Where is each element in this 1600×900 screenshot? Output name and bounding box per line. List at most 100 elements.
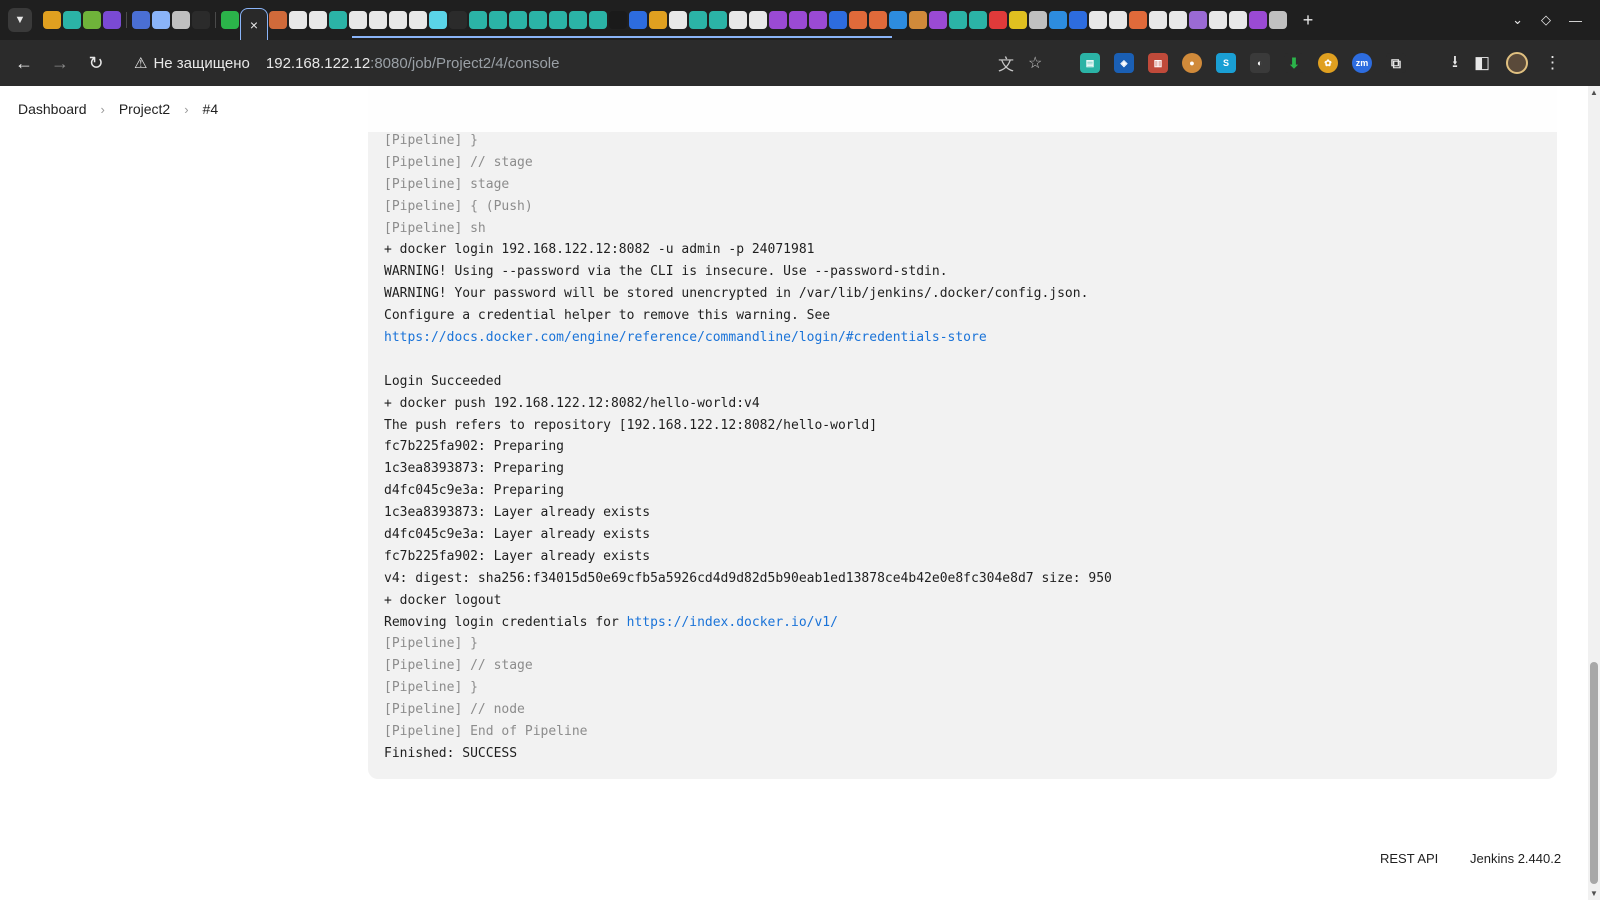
tab-favicon-icon[interactable] [1249,11,1267,29]
printer-extension-icon[interactable]: ▥ [1148,53,1168,73]
tab-favicon-icon[interactable] [789,11,807,29]
console-link[interactable]: https://index.docker.io/v1/ [627,615,838,630]
tab-favicon-icon[interactable] [709,11,727,29]
tab-favicon-icon[interactable] [809,11,827,29]
tab-favicon-icon[interactable] [309,11,327,29]
tab-favicon-icon[interactable] [629,11,647,29]
address-bar[interactable]: ⚠ Не защищено 192.168.122.12:8080/job/Pr… [134,45,559,81]
tab-favicon-icon[interactable] [949,11,967,29]
save-extension-icon[interactable]: ▤ [1080,53,1100,73]
tab-favicon-icon[interactable] [1009,11,1027,29]
tab-favicon-icon[interactable] [1189,11,1207,29]
breadcrumb-project2[interactable]: Project2 [119,101,170,117]
tab-favicon-icon[interactable] [589,11,607,29]
page-scrollbar[interactable]: ▲ ▼ [1588,86,1600,900]
bookmark-star-icon[interactable]: ☆ [1028,53,1042,73]
tab-favicon-icon[interactable] [889,11,907,29]
s-extension-icon[interactable]: S [1216,53,1236,73]
tab-favicon-icon[interactable] [929,11,947,29]
translate-icon[interactable]: 文 [998,51,1014,75]
tab-favicon-icon[interactable] [749,11,767,29]
download-icon[interactable]: ⭳ [1452,49,1458,78]
tab-favicon-icon[interactable] [1129,11,1147,29]
tab-favicon-icon[interactable] [103,11,121,29]
tab-favicon-icon[interactable] [989,11,1007,29]
shield-extension-icon[interactable]: ◈ [1114,53,1134,73]
tab-favicon-icon[interactable] [1149,11,1167,29]
side-panel-icon[interactable]: ◧ [1474,53,1490,73]
tab-favicon-icon[interactable] [1229,11,1247,29]
tab-favicon-icon[interactable] [689,11,707,29]
tab-favicon-icon[interactable] [849,11,867,29]
tab-favicon-icon[interactable] [569,11,587,29]
tab-search-button[interactable]: ▼ [8,8,32,32]
breadcrumb-build-4[interactable]: #4 [203,101,219,117]
console-link[interactable]: https://docs.docker.com/engine/reference… [384,330,987,345]
tab-favicon-icon[interactable] [729,11,747,29]
wheel-extension-icon[interactable]: ✿ [1318,53,1338,73]
tab-favicon-icon[interactable] [289,11,307,29]
tab-favicon-icon[interactable] [1269,11,1287,29]
url-text[interactable]: 192.168.122.12:8080/job/Project2/4/conso… [266,55,560,72]
puzzle-extensions-icon[interactable]: ⧉ [1386,53,1406,73]
back-button[interactable]: ← [6,45,42,81]
scroll-down-arrow-icon[interactable]: ▼ [1590,889,1598,898]
tab-favicon-icon[interactable] [192,11,210,29]
forward-button[interactable]: → [42,45,78,81]
rest-api-link[interactable]: REST API [1380,851,1438,866]
tab-favicon-icon[interactable] [389,11,407,29]
tab-favicon-icon[interactable] [489,11,507,29]
tab-favicon-icon[interactable] [132,11,150,29]
scrollbar-thumb[interactable] [1590,662,1598,884]
tab-favicon-icon[interactable] [469,11,487,29]
tab-favicon-icon[interactable] [1029,11,1047,29]
extension-diamond-icon[interactable]: ◇ [1541,12,1551,28]
download-green-extension-icon[interactable]: ⬇ [1284,53,1304,73]
security-indicator[interactable]: ⚠ Не защищено [134,54,250,73]
tab-favicon-icon[interactable] [429,11,447,29]
tab-favicon-icon[interactable] [909,11,927,29]
tab-favicon-icon[interactable] [449,11,467,29]
tab-favicon-icon[interactable] [669,11,687,29]
jenkins-version-link[interactable]: Jenkins 2.440.2 [1470,851,1561,866]
tab-favicon-icon[interactable] [529,11,547,29]
tab-favicon-icon[interactable] [549,11,567,29]
tab-favicon-icon[interactable] [769,11,787,29]
tab-favicon-icon[interactable] [43,11,61,29]
tab-favicon-icon[interactable] [63,11,81,29]
menu-kebab-icon[interactable]: ⋮ [1544,53,1561,73]
tab-favicon-icon[interactable] [969,11,987,29]
zoom-extension-icon[interactable]: zm [1352,53,1372,73]
tab-close-icon[interactable]: × [250,17,258,33]
tab-favicon-icon[interactable] [1049,11,1067,29]
tab-favicon-icon[interactable] [221,11,239,29]
tab-favicon-icon[interactable] [349,11,367,29]
tab-favicon-icon[interactable] [1069,11,1087,29]
scroll-up-arrow-icon[interactable]: ▲ [1590,88,1598,97]
new-tab-button[interactable]: + [1296,10,1320,31]
profile-avatar[interactable] [1506,52,1529,74]
active-tab[interactable]: × [240,8,268,40]
cookie-extension-icon[interactable]: ● [1182,53,1202,73]
tab-favicon-icon[interactable] [829,11,847,29]
tab-favicon-icon[interactable] [869,11,887,29]
tab-favicon-icon[interactable] [369,11,387,29]
tab-favicon-icon[interactable] [269,11,287,29]
tab-favicon-icon[interactable] [649,11,667,29]
minimize-icon[interactable]: — [1569,13,1582,28]
tab-list-chevron-icon[interactable]: ⌄ [1512,12,1523,28]
tab-favicon-icon[interactable] [83,11,101,29]
breadcrumb-dashboard[interactable]: Dashboard [18,101,87,117]
tab-favicon-icon[interactable] [1109,11,1127,29]
tab-favicon-icon[interactable] [1209,11,1227,29]
tab-favicon-icon[interactable] [1169,11,1187,29]
tab-favicon-icon[interactable] [152,11,170,29]
reload-button[interactable]: ↻ [78,45,114,81]
tab-favicon-icon[interactable] [509,11,527,29]
tab-favicon-icon[interactable] [609,11,627,29]
tab-favicon-icon[interactable] [329,11,347,29]
tab-favicon-icon[interactable] [1089,11,1107,29]
tab-favicon-icon[interactable] [409,11,427,29]
tab-favicon-icon[interactable] [172,11,190,29]
ghost-extension-icon[interactable]: ◐ [1250,53,1270,73]
